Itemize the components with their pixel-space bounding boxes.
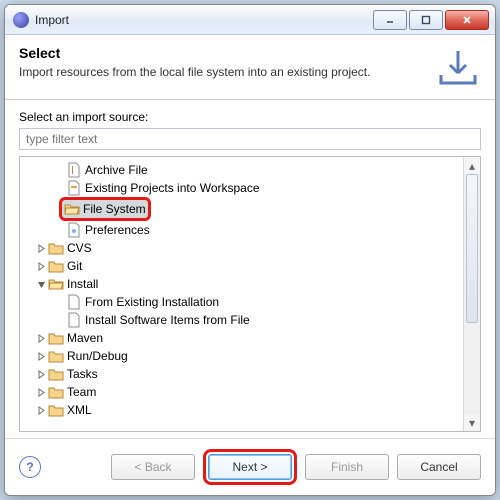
- finish-button[interactable]: Finish: [305, 454, 389, 480]
- tree-item-label: Install: [67, 277, 98, 291]
- file-icon: [66, 180, 82, 196]
- tree-item-label: From Existing Installation: [85, 295, 219, 309]
- folder-icon: [48, 348, 64, 364]
- wizard-header: Select Import resources from the local f…: [5, 35, 495, 100]
- back-button[interactable]: < Back: [111, 454, 195, 480]
- page-description: Import resources from the local file sys…: [19, 65, 425, 79]
- file-icon: [66, 222, 82, 238]
- expand-icon[interactable]: [34, 334, 48, 343]
- tree-item-install[interactable]: Install: [22, 275, 461, 293]
- collapse-icon[interactable]: [34, 280, 48, 289]
- tree-item-label: File System: [83, 202, 146, 216]
- scroll-down-icon[interactable]: ▾: [464, 414, 480, 431]
- tree-item-rundebug[interactable]: Run/Debug: [22, 347, 461, 365]
- expand-icon[interactable]: [34, 352, 48, 361]
- tree-item-existing-projects[interactable]: Existing Projects into Workspace: [22, 179, 461, 197]
- next-button[interactable]: Next >: [208, 454, 292, 480]
- tree-item-label: XML: [67, 403, 92, 417]
- source-label: Select an import source:: [19, 110, 481, 124]
- tree-item-git[interactable]: Git: [22, 257, 461, 275]
- tree-item-label: Git: [67, 259, 82, 273]
- tree-item-label: Install Software Items from File: [85, 313, 250, 327]
- window-title: Import: [35, 13, 371, 27]
- filter-input[interactable]: [19, 128, 481, 150]
- tree-item-team[interactable]: Team: [22, 383, 461, 401]
- file-icon: [66, 294, 82, 310]
- tree-item-label: Tasks: [67, 367, 98, 381]
- tree-item-label: Run/Debug: [67, 349, 128, 363]
- titlebar[interactable]: Import: [5, 5, 495, 35]
- tree-item-tasks[interactable]: Tasks: [22, 365, 461, 383]
- expand-icon[interactable]: [34, 388, 48, 397]
- file-icon: [66, 312, 82, 328]
- tree-item-label: Existing Projects into Workspace: [85, 181, 260, 195]
- folder-icon: [48, 384, 64, 400]
- import-wizard-dialog: Import Select Import resources from the …: [4, 4, 496, 496]
- tree-item-preferences[interactable]: Preferences: [22, 221, 461, 239]
- tree-item-label: Archive File: [85, 163, 148, 177]
- cancel-button[interactable]: Cancel: [397, 454, 481, 480]
- expand-icon[interactable]: [34, 370, 48, 379]
- tree-item-label: Preferences: [85, 223, 150, 237]
- scroll-up-icon[interactable]: ▴: [464, 157, 480, 174]
- folder-icon: [48, 240, 64, 256]
- page-title: Select: [19, 45, 425, 61]
- folder-icon: [48, 258, 64, 274]
- tree-item-label: Maven: [67, 331, 103, 345]
- tree-item-label: Team: [67, 385, 96, 399]
- tree-item-maven[interactable]: Maven: [22, 329, 461, 347]
- folder-icon: [48, 330, 64, 346]
- maximize-button[interactable]: [409, 10, 443, 30]
- wizard-footer: ? < Back Next > Finish Cancel: [5, 438, 495, 495]
- import-icon: [435, 45, 481, 85]
- file-icon: [66, 162, 82, 178]
- help-button[interactable]: ?: [19, 456, 41, 478]
- expand-icon[interactable]: [34, 406, 48, 415]
- tree-item-install-existing[interactable]: From Existing Installation: [22, 293, 461, 311]
- tree-item-label: CVS: [67, 241, 92, 255]
- folder-icon: [48, 366, 64, 382]
- import-source-tree[interactable]: Archive File Existing Projects into Work…: [20, 157, 463, 431]
- expand-icon[interactable]: [34, 262, 48, 271]
- tree-item-file-system[interactable]: File System: [22, 197, 461, 221]
- scroll-thumb[interactable]: [466, 174, 478, 323]
- close-button[interactable]: [445, 10, 489, 30]
- folder-open-icon: [64, 201, 80, 217]
- tree-item-xml[interactable]: XML: [22, 401, 461, 419]
- tree-scrollbar[interactable]: ▴ ▾: [463, 157, 480, 431]
- tree-item-cvs[interactable]: CVS: [22, 239, 461, 257]
- minimize-button[interactable]: [373, 10, 407, 30]
- folder-open-icon: [48, 276, 64, 292]
- expand-icon[interactable]: [34, 244, 48, 253]
- tree-item-install-from-file[interactable]: Install Software Items from File: [22, 311, 461, 329]
- app-icon: [13, 12, 29, 28]
- folder-icon: [48, 402, 64, 418]
- tree-item-archive[interactable]: Archive File: [22, 161, 461, 179]
